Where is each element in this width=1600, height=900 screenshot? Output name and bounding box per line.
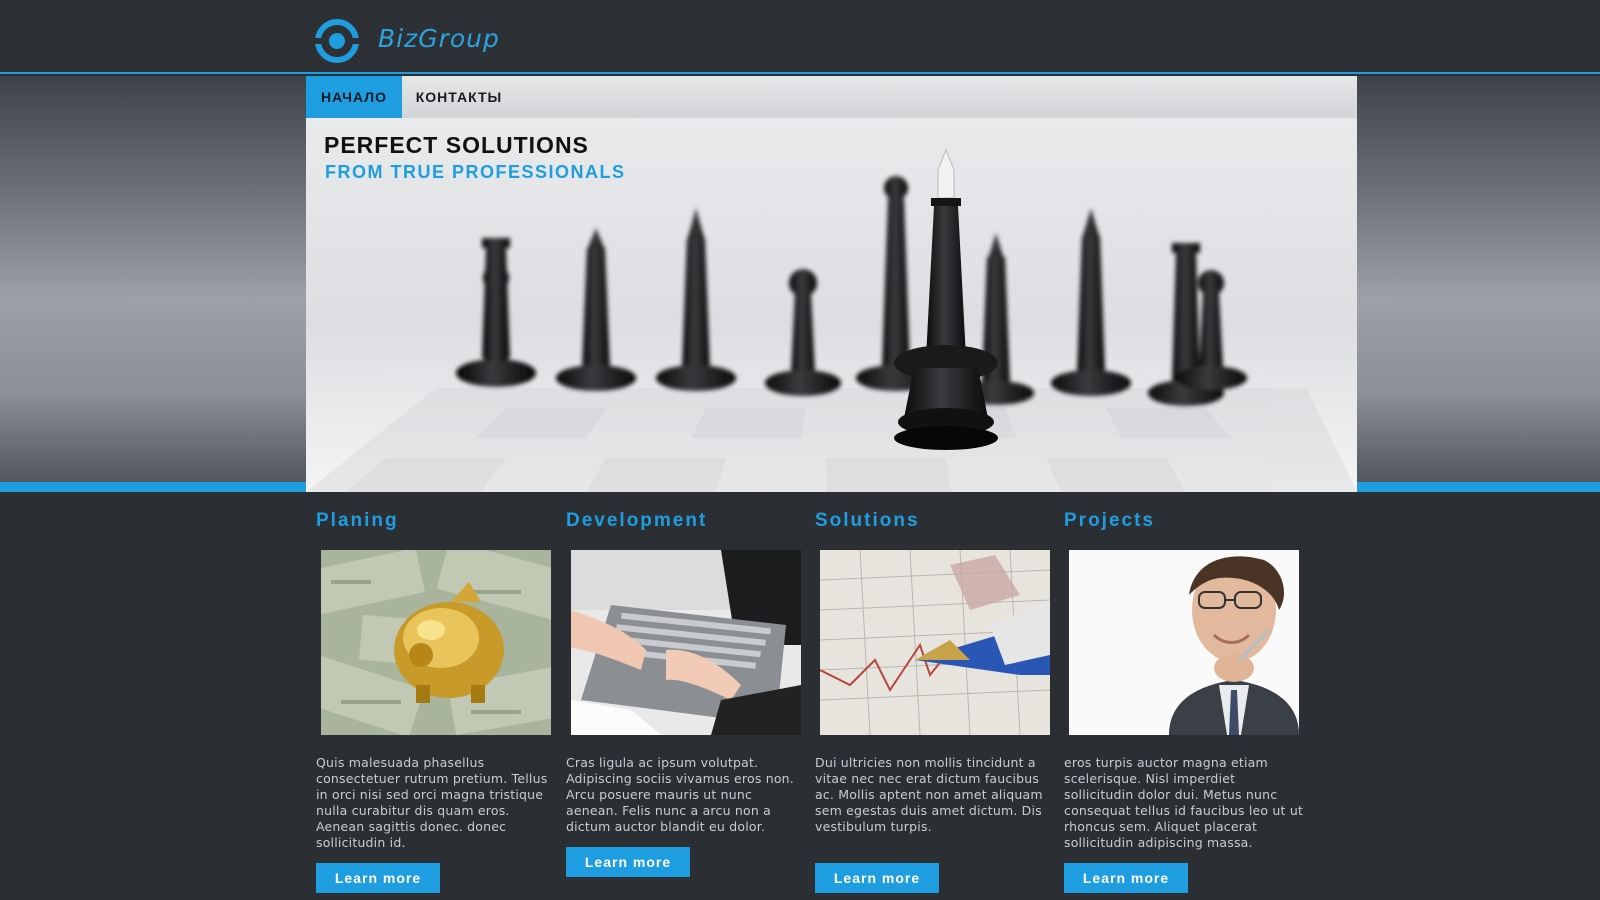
- learn-more-button[interactable]: Learn more: [316, 863, 440, 893]
- feature-column-projects: Projects eros turpis auctor magna etiam …: [1064, 510, 1304, 893]
- feature-title[interactable]: Solutions: [815, 510, 1055, 538]
- feature-column-solutions: Solutions Dui ultricies non mollis tinci…: [815, 510, 1055, 893]
- main-nav: НАЧАЛО КОНТАКТЫ: [306, 76, 1357, 118]
- nav-item-home[interactable]: НАЧАЛО: [306, 76, 402, 118]
- hero-title: PERFECT SOLUTIONS: [324, 132, 589, 158]
- feature-text: Quis malesuada phasellus consectetuer ru…: [316, 755, 548, 850]
- nav-item-contacts[interactable]: КОНТАКТЫ: [402, 76, 516, 118]
- site-header: BizGroup: [0, 0, 1600, 74]
- brand-name[interactable]: BizGroup: [378, 24, 500, 53]
- feature-title[interactable]: Projects: [1064, 510, 1304, 538]
- laptop-typing-photo: [571, 550, 801, 735]
- hero-section: НАЧАЛО КОНТАКТЫ PERFECT SOLUTIONS FROM T…: [306, 76, 1357, 492]
- feature-column-planing: Planing Quis malesuada phasellus consect…: [316, 510, 556, 893]
- learn-more-button[interactable]: Learn more: [815, 863, 939, 893]
- feature-title[interactable]: Planing: [316, 510, 556, 538]
- businessman-portrait-photo: [1069, 550, 1299, 735]
- golden-piggy-bank-photo: [321, 550, 551, 735]
- ring-logo-icon[interactable]: [314, 18, 360, 64]
- learn-more-button[interactable]: Learn more: [1064, 863, 1188, 893]
- feature-text: Cras ligula ac ipsum volutpat. Adipiscin…: [566, 755, 794, 834]
- feature-title[interactable]: Development: [566, 510, 806, 538]
- feature-text: Dui ultricies non mollis tincidunt a vit…: [815, 755, 1043, 834]
- stock-chart-pen-photo: [820, 550, 1050, 735]
- hero-subtitle: FROM TRUE PROFESSIONALS: [325, 162, 626, 182]
- learn-more-button[interactable]: Learn more: [566, 847, 690, 877]
- feature-text: eros turpis auctor magna etiam scelerisq…: [1064, 755, 1304, 850]
- feature-column-development: Development Cras ligula ac ipsum volutpa…: [566, 510, 806, 877]
